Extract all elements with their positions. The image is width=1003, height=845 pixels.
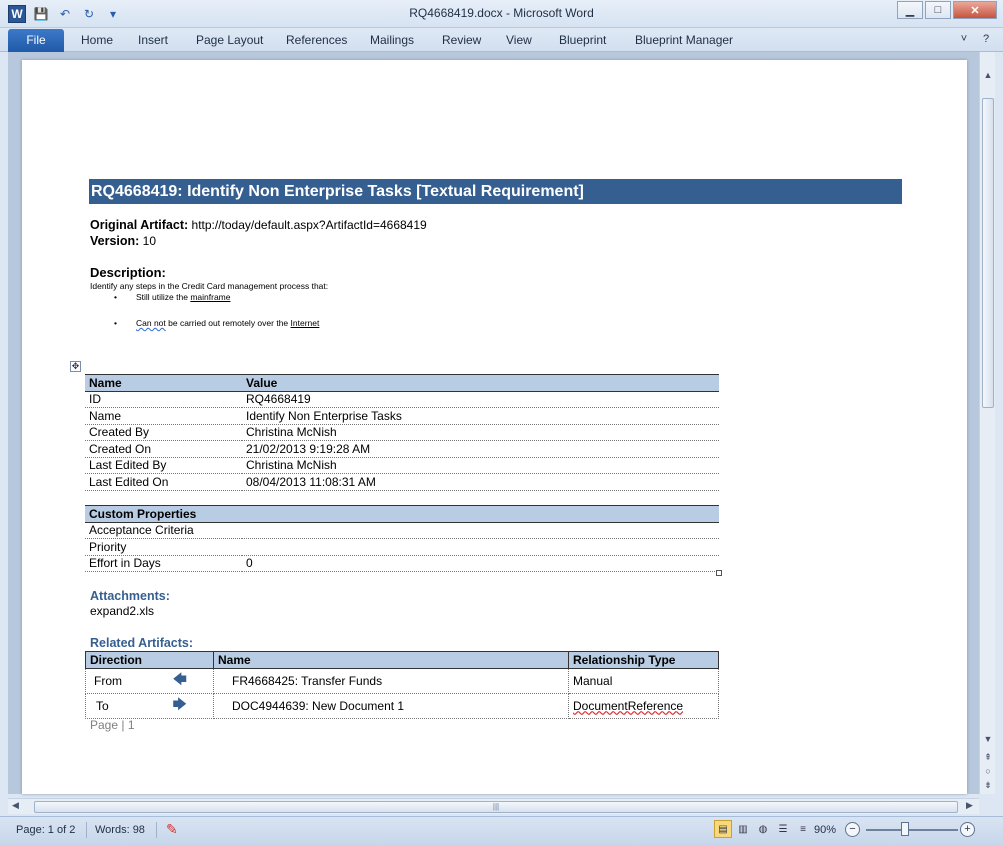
close-button[interactable]: ✕ — [953, 1, 997, 19]
internet-link[interactable]: Internet — [291, 318, 320, 328]
arrow-left-icon: 🡄 — [172, 670, 187, 687]
page-count[interactable]: Page: 1 of 2 — [16, 824, 75, 836]
minimize-button[interactable]: ▁ — [897, 1, 923, 19]
tab-blueprint-manager[interactable]: Blueprint Manager — [635, 33, 733, 47]
table-row: Name Identify Non Enterprise Tasks — [85, 407, 719, 425]
vertical-scroll-thumb[interactable] — [982, 98, 994, 408]
zoom-slider-track[interactable] — [866, 829, 958, 831]
version-label: Version: — [90, 234, 140, 248]
zoom-slider-knob[interactable] — [901, 822, 909, 836]
description-heading: Description: — [90, 265, 166, 280]
status-bar: Page: 1 of 2 Words: 98 ✎ ▤ ▥ ◍ ☰ ≡ 90% −… — [0, 816, 1003, 845]
full-screen-reading-icon[interactable]: ▥ — [734, 820, 752, 838]
scroll-up-icon[interactable]: ▲ — [980, 68, 996, 82]
bullet-item: • Can not be carried out remotely over th… — [114, 318, 320, 328]
horizontal-scrollbar[interactable]: ◀ ||| ▶ — [8, 798, 979, 814]
tab-mailings[interactable]: Mailings — [370, 33, 414, 47]
table-row: ID RQ4668419 — [85, 391, 719, 408]
view-buttons: ▤ ▥ ◍ ☰ ≡ — [714, 820, 812, 838]
window-controls: ▁ □ ✕ — [897, 1, 997, 19]
tab-references[interactable]: References — [286, 33, 347, 47]
tab-insert[interactable]: Insert — [138, 33, 168, 47]
outline-view-icon[interactable]: ☰ — [774, 820, 792, 838]
table-row: From 🡄 FR4668425: Transfer Funds Manual — [85, 667, 719, 694]
table-header-row: Name Value — [85, 374, 719, 392]
original-artifact-label: Original Artifact: — [90, 218, 189, 232]
original-artifact-line: Original Artifact: http://today/default.… — [90, 218, 427, 232]
table-header-row: Direction Name Relationship Type — [85, 651, 719, 669]
attachment-file[interactable]: expand2.xls — [90, 604, 154, 618]
table-row: Last Edited On 08/04/2013 11:08:31 AM — [85, 473, 719, 491]
table-row: Created By Christina McNish — [85, 424, 719, 441]
can-not-text: Can not — [136, 318, 166, 328]
vertical-scrollbar[interactable]: ▲ ▼ ⇞ ○ ⇟ — [979, 52, 995, 794]
table-resize-handle[interactable] — [716, 570, 722, 576]
help-icon[interactable]: ? — [979, 32, 993, 46]
document-page[interactable]: RQ4668419: Identify Non Enterprise Tasks… — [22, 60, 967, 794]
original-artifact-value[interactable]: http://today/default.aspx?ArtifactId=466… — [192, 218, 427, 232]
version-line: Version: 10 — [90, 234, 156, 248]
print-layout-view-icon[interactable]: ▤ — [714, 820, 732, 838]
scroll-right-icon[interactable]: ▶ — [966, 800, 973, 811]
document-area: RQ4668419: Identify Non Enterprise Tasks… — [8, 52, 979, 794]
mainframe-link[interactable]: mainframe — [190, 292, 230, 302]
table-row: Priority — [85, 538, 719, 556]
tab-file[interactable]: File — [8, 29, 64, 52]
draft-view-icon[interactable]: ≡ — [794, 820, 812, 838]
maximize-button[interactable]: □ — [925, 1, 951, 19]
related-artifacts-table: Direction Name Relationship Type From 🡄 F… — [85, 651, 719, 719]
tab-view[interactable]: View — [506, 33, 532, 47]
title-bar: W 💾 ↶ ↻ ▾ RQ4668419.docx - Microsoft Wor… — [0, 0, 1003, 28]
properties-table: Name Value ID RQ4668419 Name Identify Non … — [85, 374, 719, 491]
bullet-item: • Still utilize the mainframe — [114, 292, 231, 302]
page-footer: Page | 1 — [90, 718, 135, 732]
tab-review[interactable]: Review — [442, 33, 481, 47]
version-value: 10 — [142, 234, 157, 248]
previous-page-icon[interactable]: ⇞ — [980, 750, 996, 764]
table-row: Last Edited By Christina McNish — [85, 457, 719, 474]
zoom-level[interactable]: 90% — [814, 824, 836, 836]
scroll-left-icon[interactable]: ◀ — [12, 800, 19, 811]
tab-home[interactable]: Home — [81, 33, 113, 47]
ribbon-tab-bar: File Home Insert Page Layout References … — [0, 28, 1003, 52]
tab-blueprint[interactable]: Blueprint — [559, 33, 606, 47]
related-artifacts-heading: Related Artifacts: — [90, 636, 194, 650]
description-text: Identify any steps in the Credit Card ma… — [90, 281, 329, 291]
table-row: Effort in Days 0 — [85, 555, 719, 572]
table-row: Created On 21/02/2013 9:19:28 AM — [85, 440, 719, 458]
requirement-title: RQ4668419: Identify Non Enterprise Tasks… — [89, 179, 902, 204]
window-title: RQ4668419.docx - Microsoft Word — [409, 6, 594, 20]
zoom-out-button[interactable]: − — [845, 822, 860, 837]
word-count[interactable]: Words: 98 — [95, 824, 145, 836]
horizontal-scroll-thumb[interactable]: ||| — [34, 801, 958, 813]
tab-page-layout[interactable]: Page Layout — [196, 33, 263, 47]
table-move-handle-icon[interactable]: ✥ — [70, 361, 81, 372]
next-page-icon[interactable]: ⇟ — [980, 778, 996, 792]
custom-properties-table: Custom Properties Acceptance Criteria Pr… — [85, 505, 719, 572]
table-row: Acceptance Criteria — [85, 522, 719, 539]
table-header-row: Custom Properties — [85, 505, 719, 523]
attachments-heading: Attachments: — [90, 589, 170, 603]
web-layout-icon[interactable]: ◍ — [754, 820, 772, 838]
arrow-right-icon: 🡆 — [172, 695, 187, 712]
table-row: To 🡆 DOC4944639: New Document 1 DocumentR… — [85, 692, 719, 719]
zoom-in-button[interactable]: + — [960, 822, 975, 837]
scroll-down-icon[interactable]: ▼ — [980, 732, 996, 746]
minimize-ribbon-icon[interactable]: ˅ — [957, 32, 971, 46]
browse-object-icon[interactable]: ○ — [980, 764, 996, 778]
proofing-icon[interactable]: ✎ — [166, 821, 178, 838]
